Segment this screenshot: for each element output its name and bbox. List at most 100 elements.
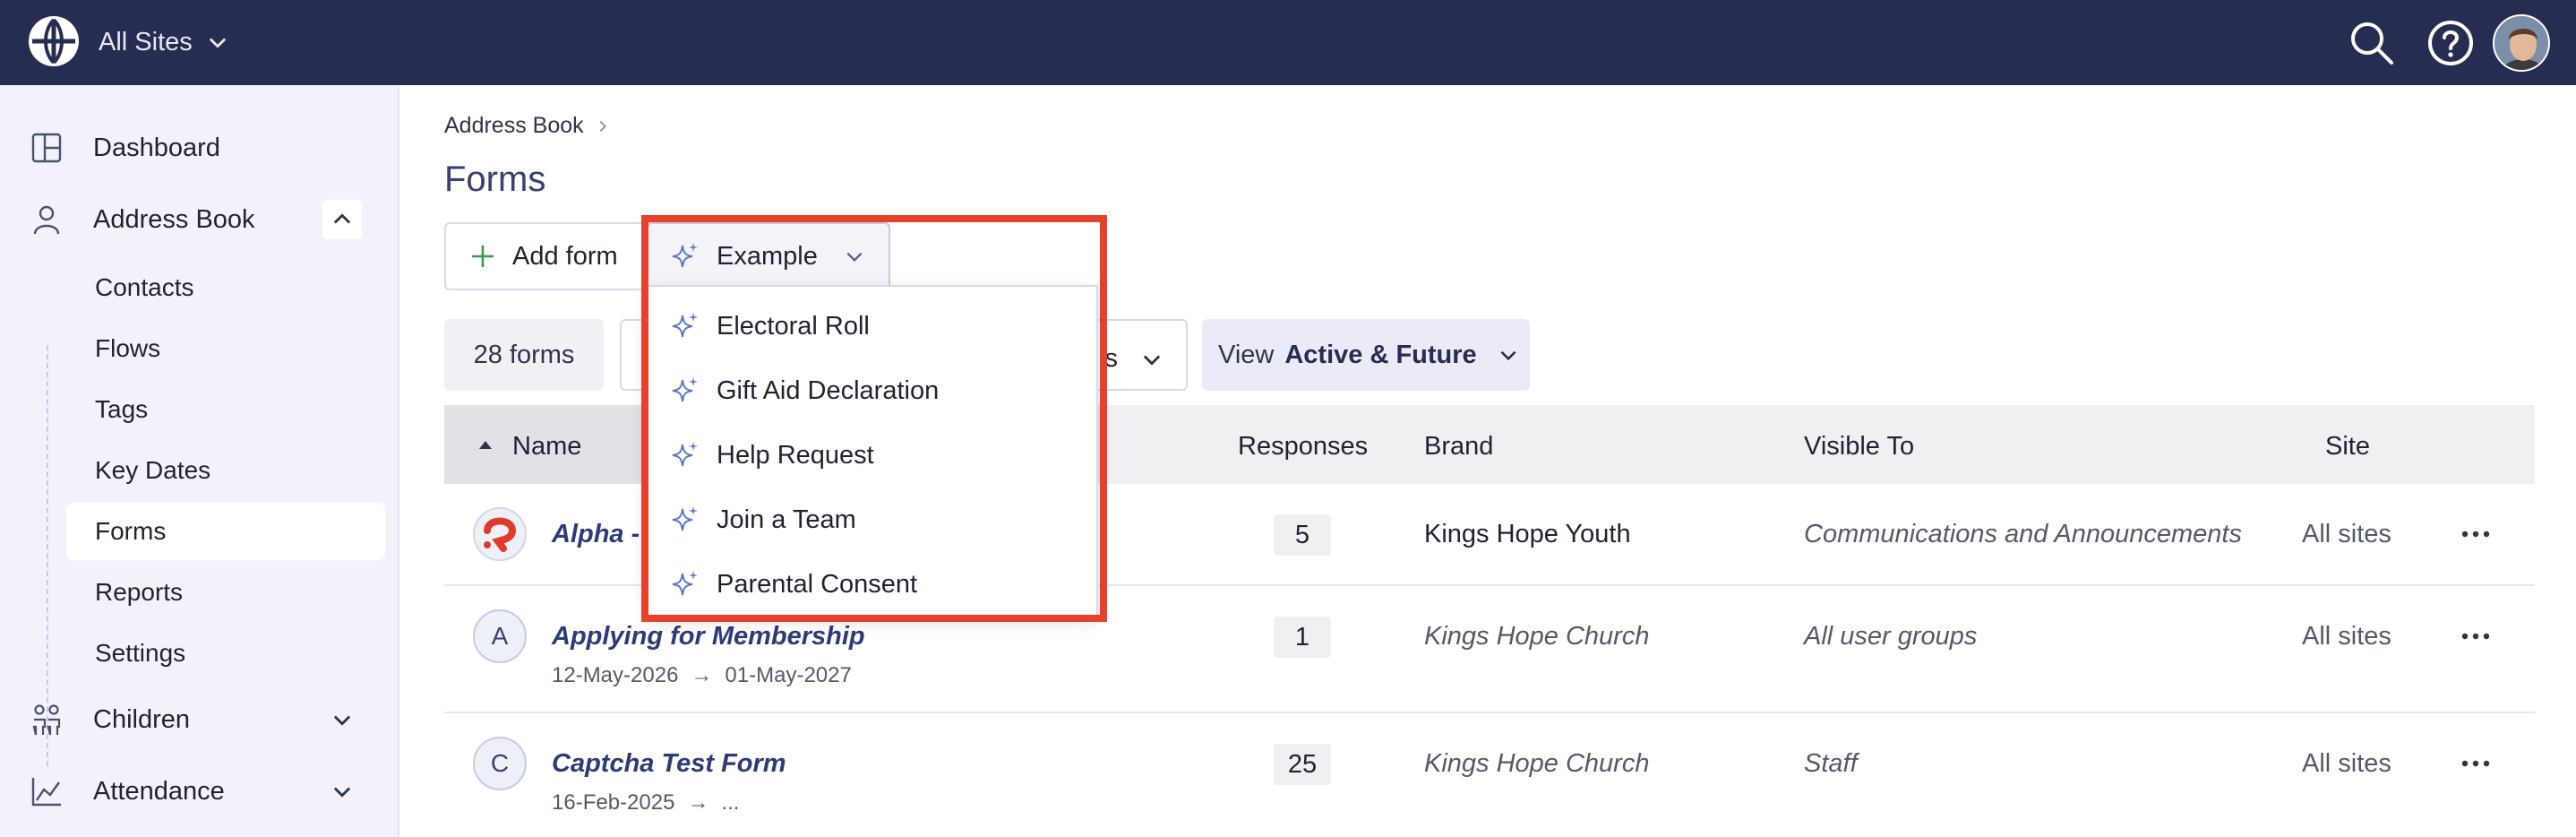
arrow-right-icon: → (691, 663, 713, 687)
site-name: All sites (2302, 622, 2391, 651)
menu-item-parental-consent[interactable]: Parental Consent (648, 552, 1096, 617)
sparkle-icon (672, 377, 698, 402)
menu-item-label: Electoral Roll (717, 311, 870, 341)
menu-item-label: Help Request (717, 440, 874, 470)
top-bar: All Sites (0, 0, 2576, 85)
start-date: 16-Feb-2025 (552, 790, 675, 815)
table-row[interactable]: C Captcha Test Form 16-Feb-2025 → ... 25… (444, 713, 2535, 837)
responses-count[interactable]: 25 (1274, 744, 1331, 785)
help-icon[interactable] (2424, 16, 2477, 70)
sidebar-item-label: Dashboard (93, 133, 220, 162)
site-name: All sites (2302, 749, 2391, 778)
add-form-button[interactable]: Add form (444, 222, 656, 290)
sidebar-item-label: Children (93, 704, 190, 734)
brand-name: Kings Hope Youth (1424, 520, 1631, 548)
visible-to: Staff (1804, 749, 1858, 778)
more-options-icon[interactable] (2458, 525, 2494, 543)
sidebar-subitem-settings[interactable]: Settings (66, 625, 385, 682)
sidebar-subitem-forms[interactable]: Forms (66, 503, 385, 560)
chevron-down-icon (209, 38, 226, 48)
expand-toggle[interactable] (322, 700, 362, 739)
header-responses[interactable]: Responses (1238, 432, 1368, 462)
chevron-down-icon (1143, 355, 1161, 366)
brand-name: Kings Hope Church (1424, 749, 1650, 778)
start-date: 12-May-2026 (552, 663, 679, 687)
sidebar: Dashboard Address Book Contacts Flows Ta… (0, 85, 399, 837)
sparkle-icon (672, 442, 698, 467)
chevron-down-icon (333, 787, 351, 798)
arrow-right-icon: → (687, 790, 709, 815)
end-date: ... (721, 790, 740, 815)
person-icon (33, 205, 60, 235)
form-logo-badge (473, 507, 527, 561)
header-brand[interactable]: Brand (1424, 432, 1493, 462)
menu-item-label: Join a Team (717, 505, 856, 534)
globe-logo-icon[interactable] (27, 14, 81, 68)
example-button-label: Example (717, 241, 818, 271)
visible-to: All user groups (1804, 622, 1978, 651)
sidebar-subitem-tags[interactable]: Tags (66, 381, 385, 438)
form-initial-badge: C (473, 737, 527, 790)
form-name-link[interactable]: Applying for Membership (552, 622, 865, 651)
sparkle-icon (672, 243, 698, 268)
site-switcher-label: All Sites (99, 27, 193, 56)
forms-count: 28 forms (444, 319, 604, 391)
chevron-down-icon (846, 252, 863, 263)
header-visible-to[interactable]: Visible To (1804, 432, 1914, 462)
visible-to: Communications and Announcements (1804, 520, 2242, 548)
menu-item-label: Gift Aid Declaration (717, 375, 940, 405)
sidebar-subitem-flows[interactable]: Flows (66, 320, 385, 377)
sidebar-subitem-reports[interactable]: Reports (66, 564, 385, 621)
sidebar-item-address-book[interactable]: Address Book (0, 193, 399, 246)
children-icon (32, 704, 61, 736)
chevron-down-icon (1500, 350, 1516, 361)
plus-icon (472, 246, 494, 267)
header-site[interactable]: Site (2325, 432, 2370, 462)
sparkle-icon (672, 571, 698, 596)
alpha-logo-icon (484, 517, 517, 552)
more-options-icon[interactable] (2458, 627, 2494, 645)
expand-toggle[interactable] (322, 772, 362, 811)
form-date-range: 16-Feb-2025 → ... (552, 790, 739, 815)
form-name-link[interactable]: Alpha - (552, 520, 640, 549)
filter-select-label: s (1104, 344, 1119, 373)
menu-item-gift-aid-declaration[interactable]: Gift Aid Declaration (648, 358, 1096, 423)
dashboard-icon (31, 133, 62, 163)
form-name-link[interactable]: Captcha Test Form (552, 749, 786, 779)
search-icon[interactable] (2345, 16, 2399, 70)
responses-count[interactable]: 1 (1274, 617, 1331, 658)
sidebar-item-dashboard[interactable]: Dashboard (0, 121, 399, 175)
avatar-image (2494, 16, 2548, 70)
view-filter[interactable]: View Active & Future (1202, 319, 1530, 391)
menu-item-help-request[interactable]: Help Request (648, 423, 1096, 488)
menu-item-label: Parental Consent (717, 569, 918, 599)
sparkle-icon (672, 313, 698, 338)
sparkle-icon (672, 506, 698, 531)
sidebar-item-attendance[interactable]: Attendance (0, 764, 399, 818)
user-avatar[interactable] (2493, 14, 2550, 72)
sidebar-item-label: Attendance (93, 776, 225, 806)
breadcrumb-link[interactable]: Address Book (444, 113, 584, 139)
menu-item-join-a-team[interactable]: Join a Team (648, 488, 1096, 552)
example-dropdown-button[interactable]: Example (647, 222, 890, 290)
more-options-icon[interactable] (2458, 755, 2494, 772)
responses-count[interactable]: 5 (1274, 514, 1331, 556)
sidebar-subitem-contacts[interactable]: Contacts (66, 259, 385, 316)
sidebar-item-children[interactable]: Children (0, 693, 399, 746)
add-form-label: Add form (512, 241, 618, 271)
chevron-up-icon (333, 213, 351, 224)
sidebar-subitem-key-dates[interactable]: Key Dates (66, 442, 385, 499)
site-name: All sites (2302, 520, 2391, 548)
sort-ascending-icon (479, 441, 492, 449)
site-switcher[interactable]: All Sites (99, 20, 230, 65)
view-filter-label: View (1218, 340, 1275, 369)
chevron-down-icon (333, 715, 351, 726)
chevron-right-icon (599, 120, 606, 132)
header-name: Name (512, 432, 582, 461)
end-date: 01-May-2027 (725, 663, 852, 687)
collapse-toggle[interactable] (322, 200, 362, 239)
menu-item-electoral-roll[interactable]: Electoral Roll (648, 294, 1096, 358)
view-filter-value: Active & Future (1284, 340, 1477, 369)
sidebar-item-label: Address Book (93, 204, 255, 234)
example-dropdown-menu: Electoral Roll Gift Aid Declaration Help… (647, 285, 1098, 617)
